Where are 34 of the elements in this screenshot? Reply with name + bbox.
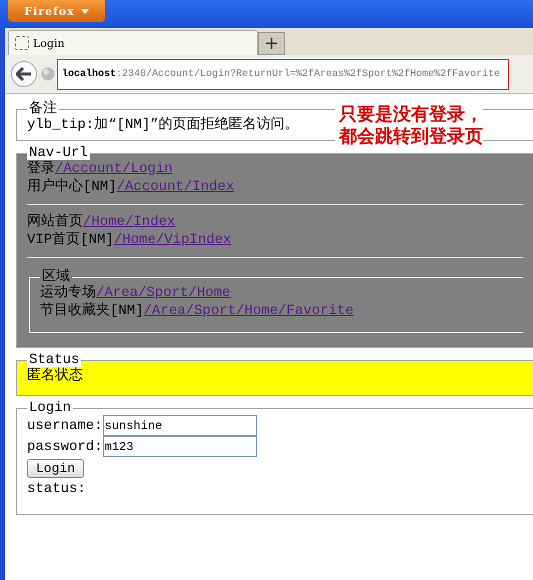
new-tab-button[interactable]: + (258, 32, 285, 55)
nav-link[interactable]: /Home/VipIndex (114, 232, 232, 248)
firefox-menu-button[interactable]: Firefox (8, 0, 105, 22)
browser-tab[interactable]: Login (8, 30, 258, 55)
fieldset-legend: 备注 (27, 102, 59, 116)
fieldset-legend: 区域 (40, 270, 72, 284)
input-field[interactable]: sunshine (102, 415, 257, 436)
link-label: VIP首页[NM] (27, 232, 114, 248)
status-text: 匿名状态 (27, 367, 84, 385)
status-label: status: (27, 480, 87, 498)
field-label: password: (27, 438, 103, 454)
nav-link[interactable]: /Home/Index (83, 214, 176, 230)
link-label: 登录 (27, 161, 55, 177)
fieldset-legend: Status (27, 353, 82, 367)
fieldset-legend: Nav-Url (27, 146, 90, 160)
nav-link[interactable]: /Area/Sport/Home (96, 285, 230, 301)
page-icon (15, 36, 29, 50)
link-label: 网站首页 (27, 214, 83, 230)
globe-icon (41, 67, 55, 81)
field-label: username: (27, 418, 103, 434)
nav-link[interactable]: /Area/Sport/Home/Favorite (144, 303, 354, 319)
tip-text: ylb_tip:加“[NM]”的页面拒绝匿名访问。 (27, 116, 299, 134)
login-button[interactable]: Login (27, 459, 84, 478)
annotation-text: 只要是没有登录， 都会跳转到登录页 (335, 104, 483, 148)
nav-link[interactable]: /Account/Login (55, 161, 173, 177)
link-label: 运动专场 (40, 285, 96, 301)
link-label: 节目收藏夹[NM] (40, 303, 144, 319)
caret-icon (80, 8, 89, 14)
address-field[interactable]: localhost:2340/Account/Login?ReturnUrl=%2fAreas%2fSport%2fHome%2fFavorite (57, 58, 510, 90)
input-field[interactable]: m123 (102, 436, 257, 457)
back-button[interactable] (11, 61, 37, 87)
link-label: 用户中心[NM] (27, 179, 117, 195)
back-arrow-icon (16, 67, 32, 81)
nav-link[interactable]: /Account/Index (116, 179, 234, 195)
